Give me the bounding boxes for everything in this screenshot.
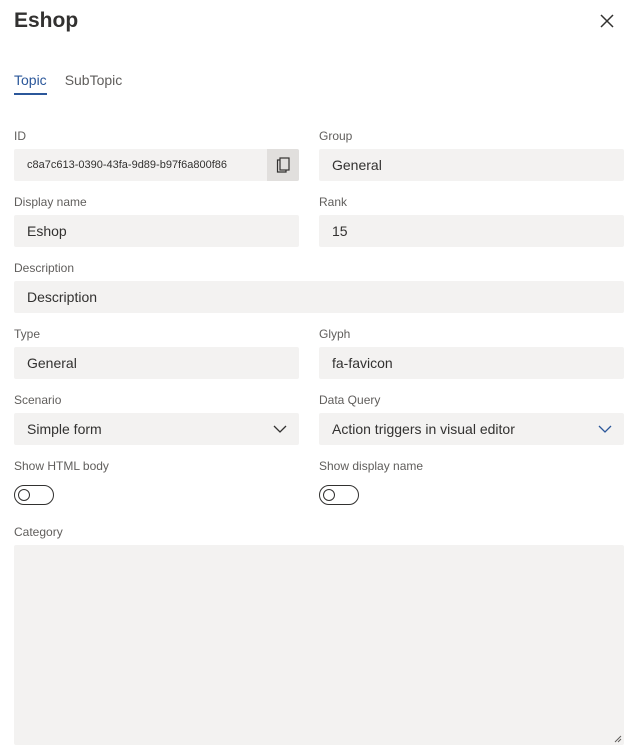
- id-label: ID: [14, 129, 26, 143]
- scenario-label: Scenario: [14, 393, 62, 407]
- copy-icon: [276, 157, 290, 173]
- show-display-name-label: Show display name: [319, 459, 424, 473]
- group-label: Group: [319, 129, 353, 143]
- tab-subtopic[interactable]: SubTopic: [65, 72, 123, 95]
- toggle-knob: [323, 489, 335, 501]
- chevron-down-icon: [273, 425, 287, 433]
- scenario-dropdown[interactable]: Simple form: [14, 413, 299, 445]
- glyph-field[interactable]: fa-favicon: [319, 347, 624, 379]
- resize-handle-icon[interactable]: [614, 735, 622, 743]
- show-html-body-toggle[interactable]: [14, 485, 54, 505]
- data-query-value: Action triggers in visual editor: [332, 421, 515, 437]
- data-query-dropdown[interactable]: Action triggers in visual editor: [319, 413, 624, 445]
- description-field[interactable]: Description: [14, 281, 624, 313]
- close-icon[interactable]: [596, 10, 618, 32]
- rank-field[interactable]: 15: [319, 215, 624, 247]
- chevron-down-icon: [598, 425, 612, 433]
- description-label: Description: [14, 261, 75, 275]
- category-label: Category: [14, 525, 63, 539]
- data-query-label: Data Query: [319, 393, 381, 407]
- type-label: Type: [14, 327, 41, 341]
- group-field[interactable]: General: [319, 149, 624, 181]
- glyph-label: Glyph: [319, 327, 351, 341]
- panel-title: Eshop: [14, 9, 79, 32]
- category-textarea[interactable]: [14, 545, 624, 745]
- id-value: c8a7c613-0390-43fa-9d89-b97f6a800f86: [27, 159, 227, 171]
- rank-label: Rank: [319, 195, 348, 209]
- type-field[interactable]: General: [14, 347, 299, 379]
- display-name-field[interactable]: Eshop: [14, 215, 299, 247]
- toggle-knob: [18, 489, 30, 501]
- display-name-label: Display name: [14, 195, 87, 209]
- scenario-value: Simple form: [27, 421, 102, 437]
- tab-bar: Topic SubTopic: [14, 72, 122, 95]
- copy-button[interactable]: [267, 149, 299, 181]
- show-display-name-toggle[interactable]: [319, 485, 359, 505]
- show-html-body-label: Show HTML body: [14, 459, 109, 473]
- id-field[interactable]: c8a7c613-0390-43fa-9d89-b97f6a800f86: [14, 149, 299, 181]
- tab-topic[interactable]: Topic: [14, 72, 47, 95]
